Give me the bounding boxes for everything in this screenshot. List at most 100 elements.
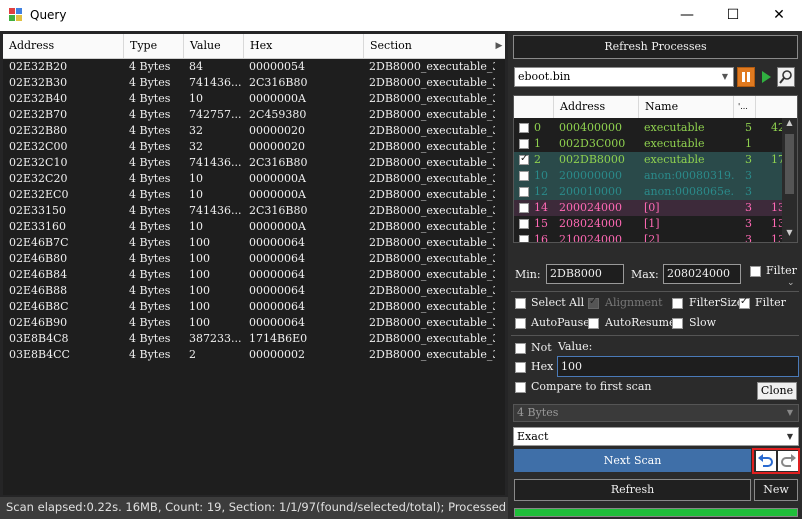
process-row[interactable]: ✓ 2 002DB8000 executable 3 17 [514, 152, 785, 168]
cell-type: 4 Bytes [129, 284, 171, 297]
slow-checkbox[interactable] [672, 318, 683, 329]
filter-option-checkbox[interactable] [739, 296, 750, 309]
clone-button[interactable]: Clone [757, 382, 797, 400]
table-row[interactable]: 02E32B40 4 Bytes 10 0000000A 2DB8000_executa… [3, 91, 505, 107]
table-row[interactable]: 02E32C20 4 Bytes 10 0000000A 2DB8000_executa… [3, 171, 505, 187]
undo-icon[interactable] [756, 451, 776, 471]
scroll-up-icon[interactable]: ▲ [782, 118, 797, 132]
column-protection[interactable]: '... [734, 96, 756, 118]
column-process-name[interactable]: Name [639, 96, 734, 118]
process-cell-address: 210024000 [559, 233, 622, 243]
table-row[interactable]: 02E46B84 4 Bytes 100 00000064 2DB8000_execut… [3, 267, 505, 283]
scroll-right-icon[interactable]: ▶ [493, 34, 505, 58]
autoresume-checkbox[interactable] [588, 318, 599, 329]
column-extra[interactable] [756, 96, 797, 118]
process-table[interactable]: Address Name '... 0 000400000 executable 5 4… [513, 95, 798, 243]
cell-address: 02E33160 [9, 220, 67, 233]
cell-address: 02E32B20 [9, 60, 68, 73]
cell-type: 4 Bytes [129, 108, 171, 121]
process-scrollbar[interactable]: ▲ ▼ [782, 118, 797, 242]
column-check [514, 96, 554, 118]
table-row[interactable]: 02E32EC0 4 Bytes 10 0000000A 2DB8000_executa… [3, 187, 505, 203]
table-row[interactable]: 02E32C10 4 Bytes 741436... 2C316B80 2DB8000_… [3, 155, 505, 171]
table-row[interactable]: 02E32B30 4 Bytes 741436... 2C316B80 2DB8000_… [3, 75, 505, 91]
max-input[interactable]: 208024000 [663, 264, 741, 284]
cell-hex: 00000002 [249, 348, 305, 361]
column-address[interactable]: Address [3, 34, 124, 58]
process-cell-name: anon:0008065e... [644, 185, 734, 198]
process-row-checkbox[interactable]: ✓ [519, 153, 529, 165]
filter-checkbox[interactable] [750, 266, 761, 277]
refresh-button[interactable]: Refresh [514, 479, 751, 501]
process-row-checkbox[interactable] [519, 123, 529, 133]
cell-section: 2DB8000_executable_3_0 [369, 236, 495, 249]
column-process-address[interactable]: Address [554, 96, 639, 118]
search-icon[interactable] [777, 67, 795, 87]
maximize-button[interactable]: ☐ [710, 0, 756, 31]
column-hex[interactable]: Hex [244, 34, 364, 58]
process-cell-prot: 3 [745, 153, 752, 166]
compare-type-select[interactable]: Exact ▼ [513, 427, 799, 446]
not-checkbox[interactable] [515, 343, 526, 354]
scroll-thumb[interactable] [785, 134, 794, 194]
new-button[interactable]: New [754, 479, 798, 501]
process-row-checkbox[interactable] [519, 235, 529, 242]
value-type-select[interactable]: 4 Bytes ▼ [513, 404, 799, 422]
compare-first-checkbox[interactable] [515, 382, 526, 393]
minimize-button[interactable]: — [664, 0, 710, 31]
process-select-value: eboot.bin [518, 70, 571, 83]
table-row[interactable]: 03E8B4CC 4 Bytes 2 00000002 2DB8000_executab… [3, 347, 505, 363]
process-row[interactable]: 1 002D3C000 executable 1 [514, 136, 784, 152]
filtersize-checkbox[interactable] [672, 298, 683, 309]
process-row[interactable]: 10 200000000 anon:00080319... 3 [514, 168, 784, 184]
next-scan-button[interactable]: Next Scan [514, 449, 751, 472]
process-select[interactable]: eboot.bin ▼ [514, 67, 734, 87]
close-button[interactable]: ✕ [756, 0, 802, 31]
process-cell-index: 16 [534, 233, 548, 243]
process-row[interactable]: 12 200010000 anon:0008065e... 3 [514, 184, 784, 200]
cell-value: 32 [189, 140, 203, 153]
column-section[interactable]: Section [364, 34, 493, 58]
cell-address: 02E32B80 [9, 124, 68, 137]
table-row[interactable]: 02E33150 4 Bytes 741436... 2C316B80 2DB8000_… [3, 203, 505, 219]
table-row[interactable]: 02E32B20 4 Bytes 84 00000054 2DB8000_executa… [3, 59, 505, 75]
cell-type: 4 Bytes [129, 156, 171, 169]
table-row[interactable]: 02E46B80 4 Bytes 100 00000064 2DB8000_execut… [3, 251, 505, 267]
cell-section: 2DB8000_executable_3_0 [369, 268, 495, 281]
table-row[interactable]: 02E46B7C 4 Bytes 100 00000064 2DB8000_execut… [3, 235, 505, 251]
table-row[interactable]: 02E46B90 4 Bytes 100 00000064 2DB8000_execut… [3, 315, 505, 331]
column-value[interactable]: Value [184, 34, 244, 58]
select-all-checkbox[interactable] [515, 298, 526, 309]
results-grid[interactable]: Address Type Value Hex Section ▶ 02E32B2… [3, 34, 505, 495]
refresh-processes-button[interactable]: Refresh Processes [513, 35, 798, 59]
process-row[interactable]: 0 000400000 executable 5 42 [514, 120, 785, 136]
process-row[interactable]: 16210024000[2]3131 [514, 232, 787, 243]
cell-value: 84 [189, 60, 203, 73]
table-row[interactable]: 02E46B88 4 Bytes 100 00000064 2DB8000_execut… [3, 283, 505, 299]
column-type[interactable]: Type [124, 34, 184, 58]
process-row-checkbox[interactable] [519, 203, 529, 213]
redo-icon[interactable] [778, 451, 798, 471]
table-row[interactable]: 02E46B8C 4 Bytes 100 00000064 2DB8000_execut… [3, 299, 505, 315]
process-cell-address: 002DB8000 [559, 153, 625, 166]
process-row-checkbox[interactable] [519, 219, 529, 229]
process-row-checkbox[interactable] [519, 171, 529, 181]
min-input[interactable]: 2DB8000 [546, 264, 624, 284]
scroll-down-icon[interactable]: ▼ [782, 228, 797, 242]
value-input[interactable]: 100 [557, 356, 799, 377]
expand-icon[interactable]: ⌄ [787, 278, 795, 288]
process-row[interactable]: 15208024000[1]3131 [514, 216, 787, 232]
process-row-checkbox[interactable] [519, 187, 529, 197]
cell-section: 2DB8000_executable_3_0 [369, 156, 495, 169]
table-row[interactable]: 03E8B4C8 4 Bytes 387233... 1714B6E0 2DB8000_… [3, 331, 505, 347]
autopause-checkbox[interactable] [515, 318, 526, 329]
play-icon[interactable] [757, 67, 775, 87]
table-row[interactable]: 02E32B80 4 Bytes 32 00000020 2DB8000_executa… [3, 123, 505, 139]
table-row[interactable]: 02E32C00 4 Bytes 32 00000020 2DB8000_executa… [3, 139, 505, 155]
hex-checkbox[interactable] [515, 362, 526, 373]
process-row[interactable]: 14200024000[0]3131 [514, 200, 787, 216]
process-row-checkbox[interactable] [519, 139, 529, 149]
pause-icon[interactable] [737, 67, 755, 87]
table-row[interactable]: 02E33160 4 Bytes 10 0000000A 2DB8000_executa… [3, 219, 505, 235]
table-row[interactable]: 02E32B70 4 Bytes 742757... 2C459380 2DB8000_… [3, 107, 505, 123]
